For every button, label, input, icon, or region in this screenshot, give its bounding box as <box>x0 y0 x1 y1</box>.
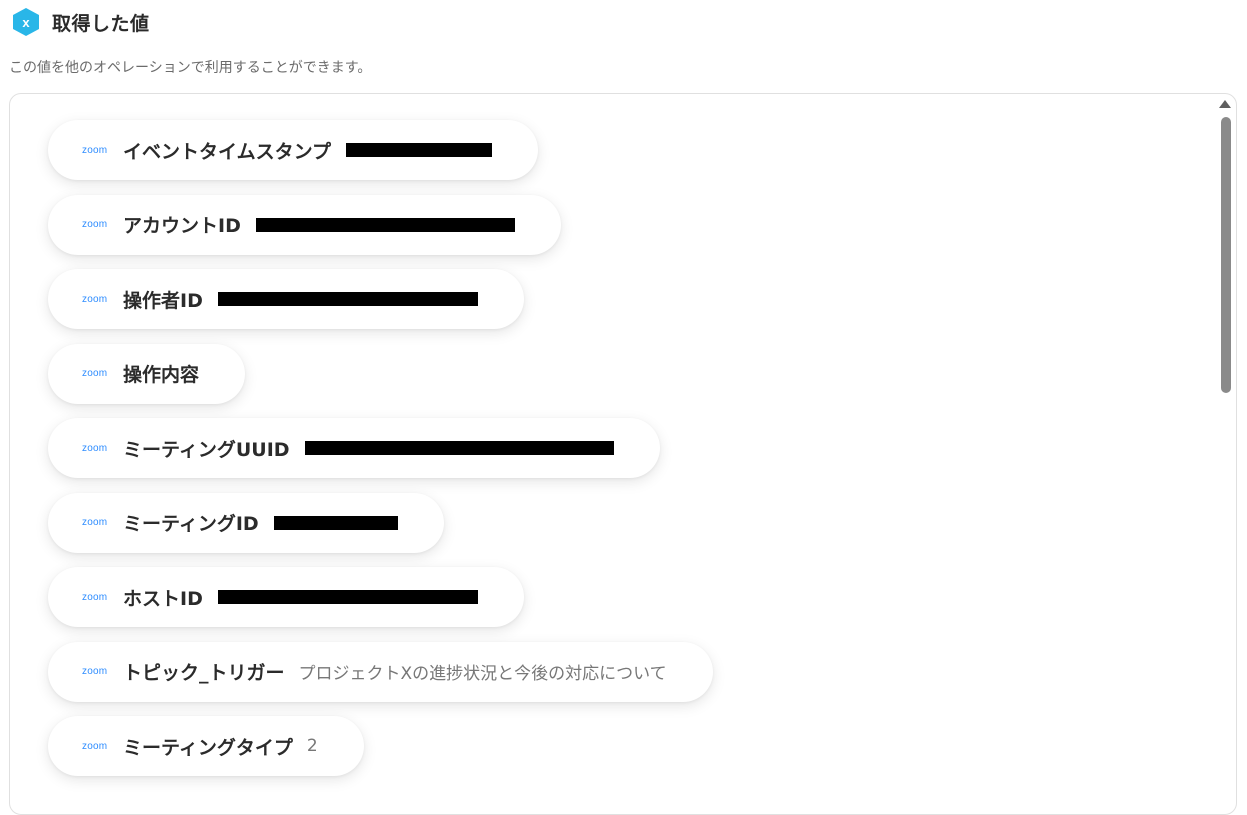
yoom-x-hexagon-icon: x <box>13 8 39 36</box>
redacted-value <box>217 590 478 604</box>
page-title: 取得した値 <box>52 12 150 35</box>
item-label: トピック_トリガー <box>123 662 285 684</box>
item-label: 操作者ID <box>123 289 203 312</box>
zoom-logo-icon: zoom <box>82 293 108 305</box>
scroll-up-arrow-icon[interactable] <box>1219 100 1231 108</box>
output-value-item[interactable]: zoom イベントタイムスタンプ <box>48 120 539 180</box>
item-label: ミーティングタイプ <box>123 736 293 759</box>
redacted-value <box>217 292 478 306</box>
item-label: 操作内容 <box>123 364 200 386</box>
item-label: イベントタイムスタンプ <box>123 140 332 163</box>
zoom-logo-icon: zoom <box>82 442 108 454</box>
redacted-value <box>255 217 515 232</box>
output-value-item[interactable]: zoom ミーティングID <box>48 492 444 553</box>
description-text: この値を他のオペレーションで利用することができます。 <box>9 60 372 76</box>
output-value-item[interactable]: zoom 操作者ID <box>48 269 524 329</box>
zoom-logo-icon: zoom <box>82 517 108 528</box>
output-value-item[interactable]: zoom ミーティングタイプ 2 <box>48 716 364 776</box>
item-label: アカウントID <box>123 215 241 237</box>
output-values-list: zoom イベントタイムスタンプ zoom アカウントID zoom 操作者ID… <box>48 120 713 791</box>
zoom-logo-icon: zoom <box>82 591 108 603</box>
output-values-panel[interactable]: zoom イベントタイムスタンプ zoom アカウントID zoom 操作者ID… <box>9 93 1237 815</box>
section-header: x 取得した値 <box>10 5 150 39</box>
svg-text:x: x <box>22 15 30 30</box>
item-value: プロジェクトXの進捗状況と今後の対応について <box>298 664 667 684</box>
item-label: ミーティングUUID <box>123 438 290 461</box>
output-value-item[interactable]: zoom ミーティングUUID <box>48 418 660 478</box>
item-value: 2 <box>306 736 318 756</box>
zoom-logo-icon: zoom <box>82 740 108 752</box>
output-value-item[interactable]: zoom ホストID <box>48 567 524 627</box>
zoom-logo-icon: zoom <box>82 144 108 156</box>
zoom-logo-icon: zoom <box>82 219 108 230</box>
output-value-item[interactable]: zoom アカウントID <box>48 194 561 255</box>
zoom-logo-icon: zoom <box>82 368 108 379</box>
scrollbar-thumb[interactable] <box>1221 117 1231 393</box>
redacted-value <box>346 143 493 157</box>
output-value-item[interactable]: zoom トピック_トリガー プロジェクトXの進捗状況と今後の対応について <box>48 641 713 702</box>
redacted-value <box>304 441 614 455</box>
zoom-logo-icon: zoom <box>82 666 108 677</box>
output-value-item[interactable]: zoom 操作内容 <box>48 343 246 404</box>
item-label: ホストID <box>123 587 203 610</box>
item-label: ミーティングID <box>123 513 259 535</box>
redacted-value <box>273 515 398 530</box>
